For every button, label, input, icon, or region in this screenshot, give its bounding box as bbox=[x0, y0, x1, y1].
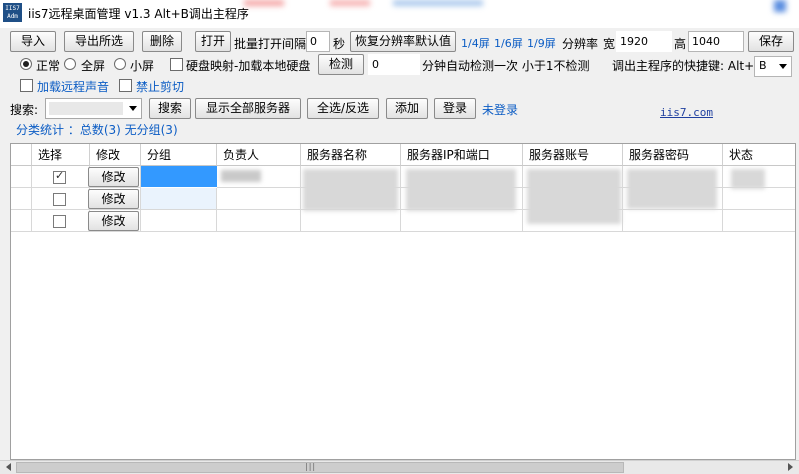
row-header bbox=[11, 188, 32, 210]
table-header-status: 状态 bbox=[723, 144, 795, 166]
detect-interval-input[interactable]: 0 bbox=[368, 54, 420, 75]
chevron-down-icon bbox=[779, 64, 787, 69]
delete-button[interactable]: 删除 bbox=[142, 31, 182, 52]
chevron-down-icon bbox=[129, 106, 137, 111]
batch-interval-input[interactable]: 0 bbox=[306, 31, 330, 52]
scroll-right-icon[interactable] bbox=[788, 463, 793, 471]
redacted-server-ip bbox=[406, 169, 516, 211]
group-cell-selected[interactable] bbox=[141, 166, 217, 187]
search-button[interactable]: 搜索 bbox=[149, 98, 191, 119]
seconds-label: 秒 bbox=[333, 37, 346, 51]
table-header-edit: 修改 bbox=[90, 144, 141, 166]
row-select-checkbox[interactable] bbox=[53, 215, 66, 228]
table-header-server-name: 服务器名称 bbox=[301, 144, 401, 166]
disk-map-checkbox[interactable] bbox=[170, 58, 183, 71]
group-cell bbox=[141, 188, 217, 210]
redacted-status bbox=[731, 169, 765, 189]
small-screen-label: 小屏 bbox=[130, 59, 155, 73]
row-select-checkbox[interactable] bbox=[53, 169, 66, 184]
server-ip-cell bbox=[401, 210, 523, 232]
remote-sound-label: 加载远程声音 bbox=[37, 80, 110, 94]
redacted-server-name bbox=[303, 169, 398, 211]
scrollbar-grip-icon: ||| bbox=[305, 462, 317, 471]
redacted-server-account bbox=[527, 169, 621, 224]
small-screen-radio[interactable] bbox=[114, 58, 126, 70]
import-button[interactable]: 导入 bbox=[10, 31, 56, 52]
edit-row-button[interactable]: 修改 bbox=[88, 167, 139, 187]
table-header-server-password: 服务器密码 bbox=[623, 144, 723, 166]
server-password-cell bbox=[623, 210, 723, 232]
category-stats: 分类统计 ：总数(3) 无分组(3) bbox=[16, 123, 178, 137]
blurred-area bbox=[330, 0, 370, 6]
width-label: 宽 bbox=[603, 37, 616, 51]
edit-row-button[interactable]: 修改 bbox=[88, 189, 139, 209]
search-label: 搜索: bbox=[10, 103, 39, 117]
blurred-area bbox=[393, 0, 483, 6]
no-clipboard-label: 禁止剪切 bbox=[136, 80, 185, 94]
save-button[interactable]: 保存 bbox=[748, 31, 794, 52]
split-screen-9-link[interactable]: 1/9屏 bbox=[527, 35, 556, 51]
owner-cell bbox=[217, 188, 301, 210]
show-all-servers-button[interactable]: 显示全部服务器 bbox=[195, 98, 301, 119]
add-button[interactable]: 添加 bbox=[386, 98, 428, 119]
remote-sound-checkbox[interactable] bbox=[20, 79, 33, 92]
resolution-label: 分辨率 bbox=[562, 37, 599, 51]
owner-cell bbox=[217, 210, 301, 232]
select-all-button[interactable]: 全选/反选 bbox=[307, 98, 379, 119]
disk-map-label: 硬盘映射-加载本地硬盘 bbox=[186, 59, 311, 73]
batch-interval-label: 批量打开间隔 bbox=[234, 37, 307, 51]
height-input[interactable]: 1040 bbox=[688, 31, 744, 52]
split-screen-4-link[interactable]: 1/4屏 bbox=[461, 35, 490, 51]
login-button[interactable]: 登录 bbox=[434, 98, 476, 119]
horizontal-scrollbar[interactable]: ||| bbox=[0, 460, 799, 474]
normal-radio[interactable] bbox=[20, 58, 32, 70]
detect-button[interactable]: 检测 bbox=[318, 54, 364, 75]
restore-resolution-button[interactable]: 恢复分辨率默认值 bbox=[350, 31, 456, 52]
export-selected-button[interactable]: 导出所选 bbox=[64, 31, 134, 52]
table-header-server-ip: 服务器IP和端口 bbox=[401, 144, 523, 166]
app-logo-icon: IIS7 Adm bbox=[3, 3, 22, 22]
redacted-server-password bbox=[627, 169, 717, 209]
hotkey-select[interactable]: B bbox=[754, 56, 792, 77]
window-title: iis7远程桌面管理 v1.3 Alt+B调出主程序 bbox=[28, 7, 249, 21]
server-name-cell bbox=[301, 210, 401, 232]
table-header-select: 选择 bbox=[32, 144, 90, 166]
iis7-site-link[interactable]: iis7.com bbox=[660, 106, 713, 119]
login-status: 未登录 bbox=[482, 103, 519, 117]
open-button[interactable]: 打开 bbox=[195, 31, 231, 52]
edit-row-button[interactable]: 修改 bbox=[88, 211, 139, 231]
split-screen-6-link[interactable]: 1/6屏 bbox=[494, 35, 523, 51]
width-input[interactable]: 1920 bbox=[616, 31, 672, 52]
table-header-blank bbox=[11, 144, 32, 166]
search-combo-field bbox=[49, 102, 123, 115]
fullscreen-label: 全屏 bbox=[81, 59, 106, 73]
scroll-left-icon[interactable] bbox=[6, 463, 11, 471]
normal-label: 正常 bbox=[36, 59, 61, 73]
row-header bbox=[11, 166, 32, 188]
title-bar: IIS7 Adm iis7远程桌面管理 v1.3 Alt+B调出主程序 bbox=[0, 0, 799, 28]
row-select-checkbox[interactable] bbox=[53, 193, 66, 206]
hotkey-label: 调出主程序的快捷键: Alt+ bbox=[612, 59, 754, 73]
fullscreen-radio[interactable] bbox=[64, 58, 76, 70]
blurred-area bbox=[774, 0, 786, 12]
detect-note-label: 分钟自动检测一次 小于1不检测 bbox=[422, 59, 590, 73]
status-cell bbox=[723, 188, 795, 210]
search-combo[interactable] bbox=[45, 98, 142, 119]
status-cell bbox=[723, 210, 795, 232]
table-header-owner: 负责人 bbox=[217, 144, 301, 166]
group-cell bbox=[141, 210, 217, 232]
no-clipboard-checkbox[interactable] bbox=[119, 79, 132, 92]
scrollbar-thumb[interactable] bbox=[16, 462, 624, 473]
server-table: 选择 修改 分组 负责人 服务器名称 服务器IP和端口 服务器账号 服务器密码 … bbox=[10, 143, 796, 460]
hotkey-value: B bbox=[759, 59, 767, 72]
table-header-group: 分组 bbox=[141, 144, 217, 166]
row-header bbox=[11, 210, 32, 232]
blurred-area bbox=[244, 0, 284, 6]
table-header-server-account: 服务器账号 bbox=[523, 144, 623, 166]
height-label: 高 bbox=[674, 37, 687, 51]
redacted-owner bbox=[221, 170, 261, 182]
